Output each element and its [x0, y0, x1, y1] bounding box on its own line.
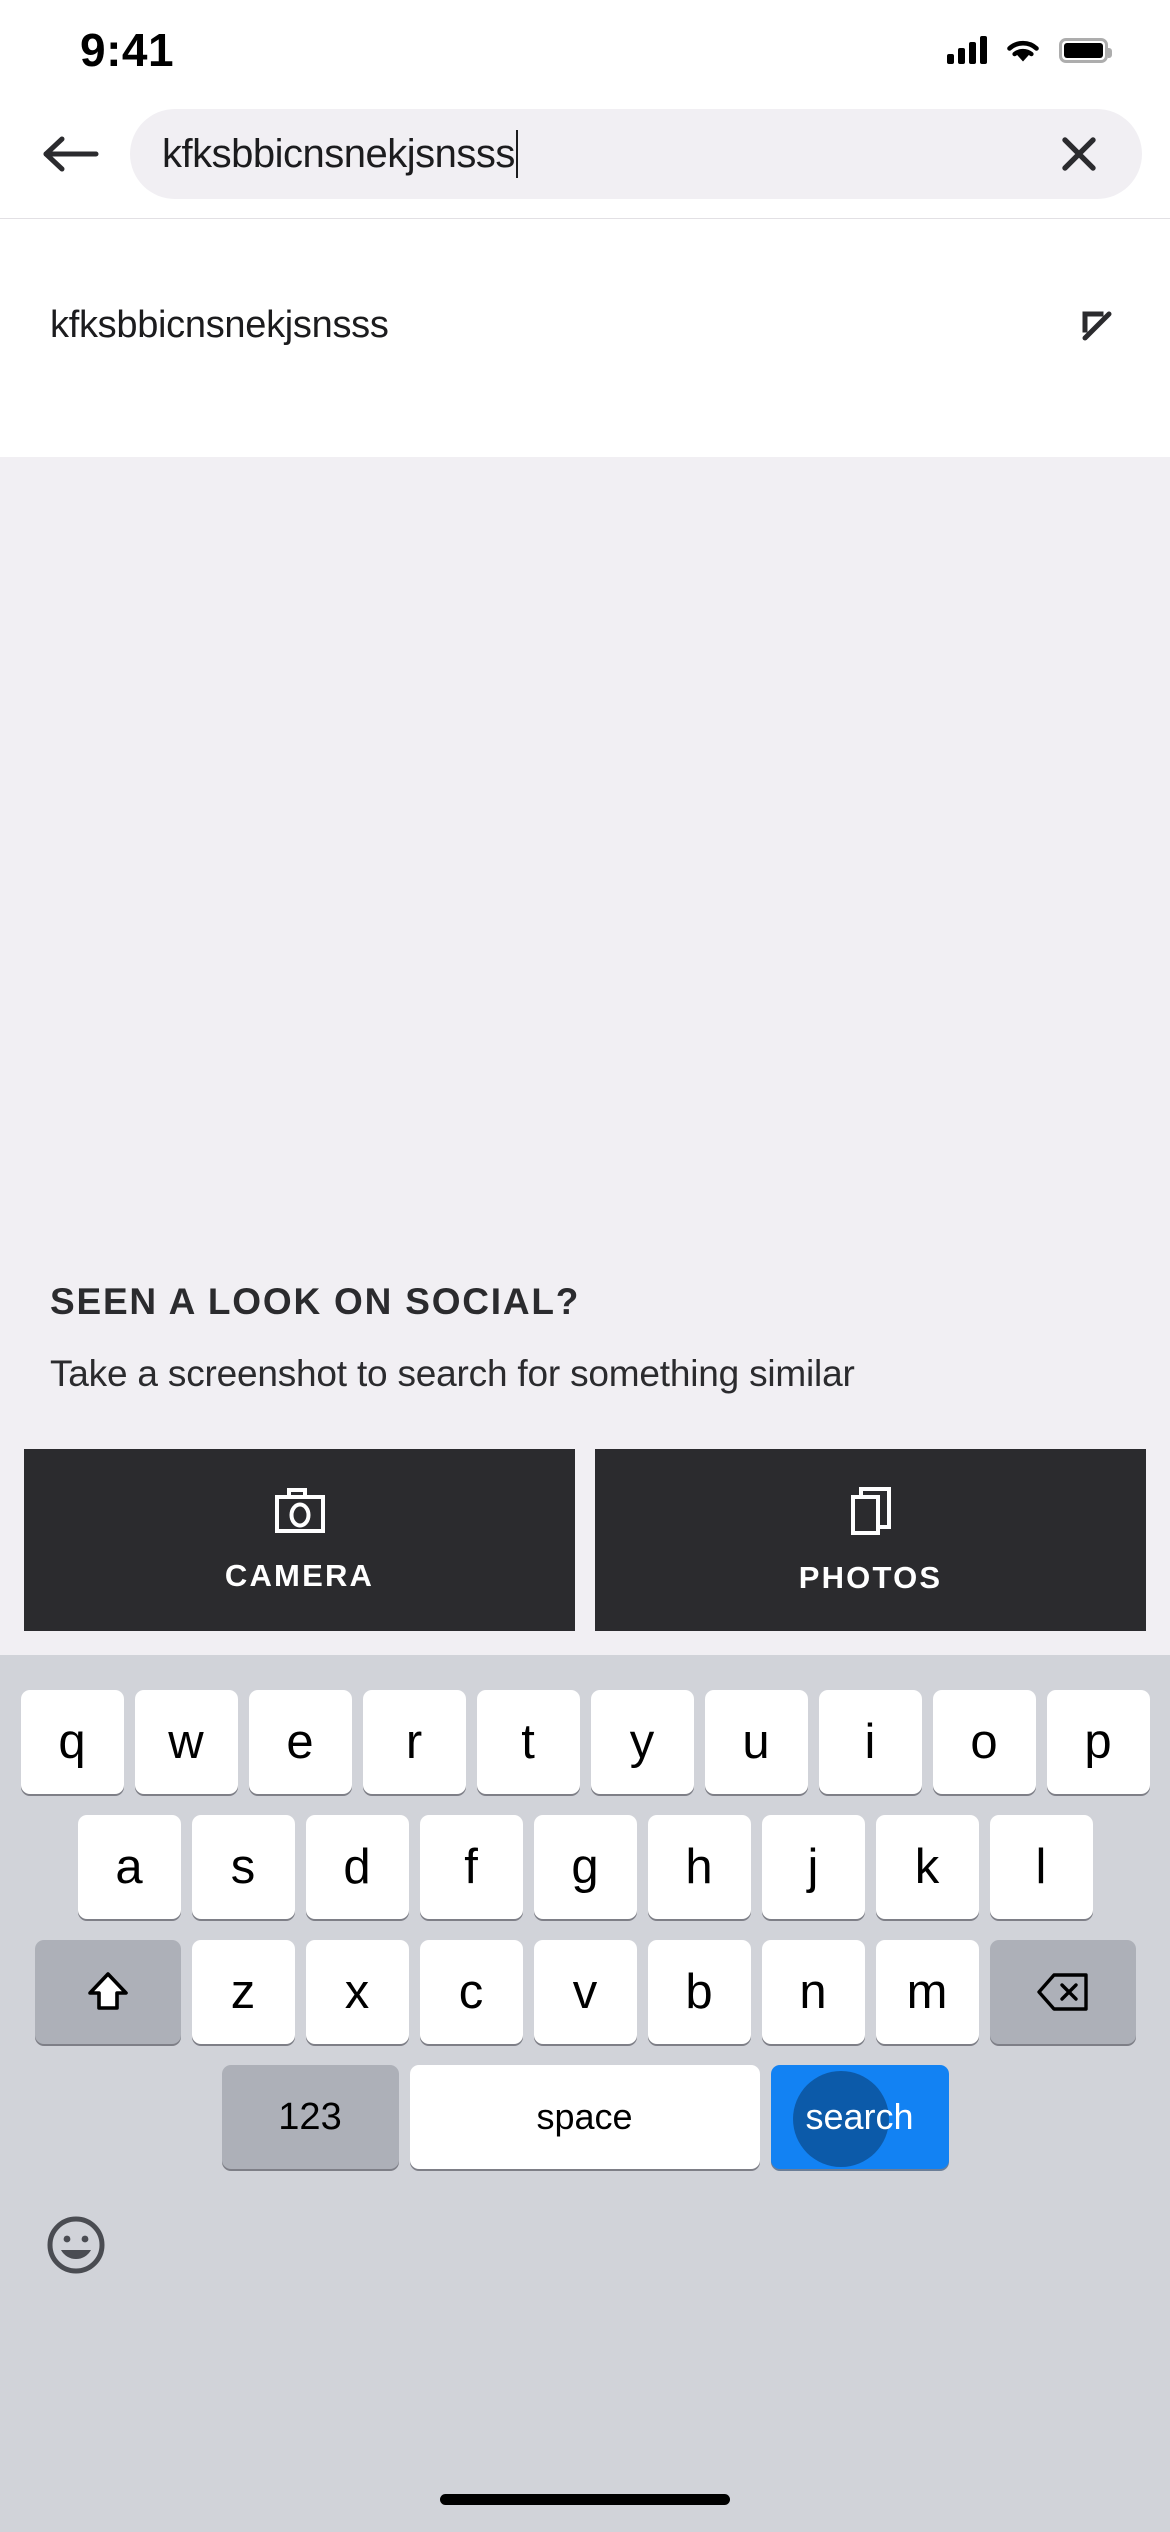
- key-n[interactable]: n: [761, 1940, 865, 2044]
- photos-stack-icon: [850, 1487, 891, 1535]
- key-q[interactable]: q: [20, 1690, 124, 1794]
- key-m[interactable]: m: [875, 1940, 979, 2044]
- backspace-delete-icon: [1036, 1973, 1088, 2011]
- back-arrow-icon: [43, 136, 99, 172]
- status-bar-time: 9:41: [80, 24, 175, 76]
- search-input-value: kfksbbicnsnekjsnsss: [162, 130, 1050, 178]
- arrow-up-left-icon: [1082, 311, 1112, 341]
- keyboard-row-2: a s d f g h j k l: [0, 1794, 1170, 1919]
- camera-button-label: CAMERA: [224, 1558, 375, 1593]
- key-i[interactable]: i: [818, 1690, 922, 1794]
- camera-button[interactable]: CAMERA: [24, 1449, 575, 1631]
- key-y[interactable]: y: [590, 1690, 694, 1794]
- on-screen-keyboard: q w e r t y u i o p a s d f g h j k l z …: [0, 1655, 1170, 2532]
- key-h[interactable]: h: [647, 1815, 751, 1919]
- promo-subtitle: Take a screenshot to search for somethin…: [50, 1353, 855, 1394]
- status-bar: 9:41: [0, 0, 1170, 90]
- shift-arrow-icon: [87, 1972, 128, 2010]
- key-f[interactable]: f: [419, 1815, 523, 1919]
- photos-button[interactable]: PHOTOS: [595, 1449, 1146, 1631]
- phone-screen: 9:41 kfksbbicnsnekjsnsss kfksbbicnsnekjs…: [0, 0, 1170, 2532]
- search-header: kfksbbicnsnekjsnsss: [0, 90, 1170, 218]
- key-e[interactable]: e: [248, 1690, 352, 1794]
- search-return-key[interactable]: search: [770, 2065, 949, 2169]
- clear-search-button[interactable]: [1050, 125, 1108, 183]
- emoji-smiley-icon: [47, 2216, 105, 2274]
- emoji-key[interactable]: [30, 2199, 122, 2291]
- search-suggestions-list: kfksbbicnsnekjsnsss: [0, 219, 1170, 457]
- shift-key[interactable]: [34, 1940, 181, 2044]
- key-b[interactable]: b: [647, 1940, 751, 2044]
- suggestion-row[interactable]: kfksbbicnsnekjsnsss: [0, 269, 1170, 381]
- promo-title: SEEN A LOOK ON SOCIAL?: [50, 1281, 581, 1322]
- key-v[interactable]: v: [533, 1940, 637, 2044]
- key-d[interactable]: d: [305, 1815, 409, 1919]
- key-w[interactable]: w: [134, 1690, 238, 1794]
- search-return-key-label: search: [805, 2096, 914, 2137]
- key-j[interactable]: j: [761, 1815, 865, 1919]
- search-input[interactable]: kfksbbicnsnekjsnsss: [130, 109, 1142, 199]
- camera-icon: [274, 1488, 325, 1533]
- photos-button-label: PHOTOS: [798, 1560, 943, 1595]
- keyboard-row-3: z x c v b n m: [0, 1919, 1170, 2044]
- key-z[interactable]: z: [191, 1940, 295, 2044]
- key-g[interactable]: g: [533, 1815, 637, 1919]
- keyboard-row-4: 123 space search: [0, 2044, 1170, 2169]
- suggestion-label: kfksbbicnsnekjsnsss: [50, 303, 389, 346]
- cellular-signal-icon: [947, 36, 987, 64]
- backspace-key[interactable]: [989, 1940, 1136, 2044]
- key-u[interactable]: u: [704, 1690, 808, 1794]
- key-x[interactable]: x: [305, 1940, 409, 2044]
- home-indicator: [440, 2494, 730, 2505]
- back-button[interactable]: [34, 117, 108, 191]
- keyboard-row-5: [0, 2169, 1170, 2291]
- battery-full-icon: [1059, 37, 1112, 63]
- key-s[interactable]: s: [191, 1815, 295, 1919]
- content-area: SEEN A LOOK ON SOCIAL? Take a screenshot…: [0, 457, 1170, 1655]
- status-bar-icons: [947, 36, 1112, 65]
- space-key[interactable]: space: [409, 2065, 760, 2169]
- key-p[interactable]: p: [1046, 1690, 1150, 1794]
- key-c[interactable]: c: [419, 1940, 523, 2044]
- keyboard-row-1: q w e r t y u i o p: [0, 1655, 1170, 1794]
- key-r[interactable]: r: [362, 1690, 466, 1794]
- key-o[interactable]: o: [932, 1690, 1036, 1794]
- numeric-key[interactable]: 123: [221, 2065, 399, 2169]
- key-l[interactable]: l: [989, 1815, 1093, 1919]
- key-a[interactable]: a: [77, 1815, 181, 1919]
- wifi-icon: [1007, 40, 1039, 61]
- suggestion-fill-button[interactable]: [1070, 297, 1126, 353]
- visual-search-actions: CAMERA PHOTOS: [0, 1449, 1170, 1631]
- close-x-icon: [1062, 137, 1096, 171]
- key-t[interactable]: t: [476, 1690, 580, 1794]
- key-k[interactable]: k: [875, 1815, 979, 1919]
- visual-search-promo: SEEN A LOOK ON SOCIAL? Take a screenshot…: [0, 1281, 1170, 1395]
